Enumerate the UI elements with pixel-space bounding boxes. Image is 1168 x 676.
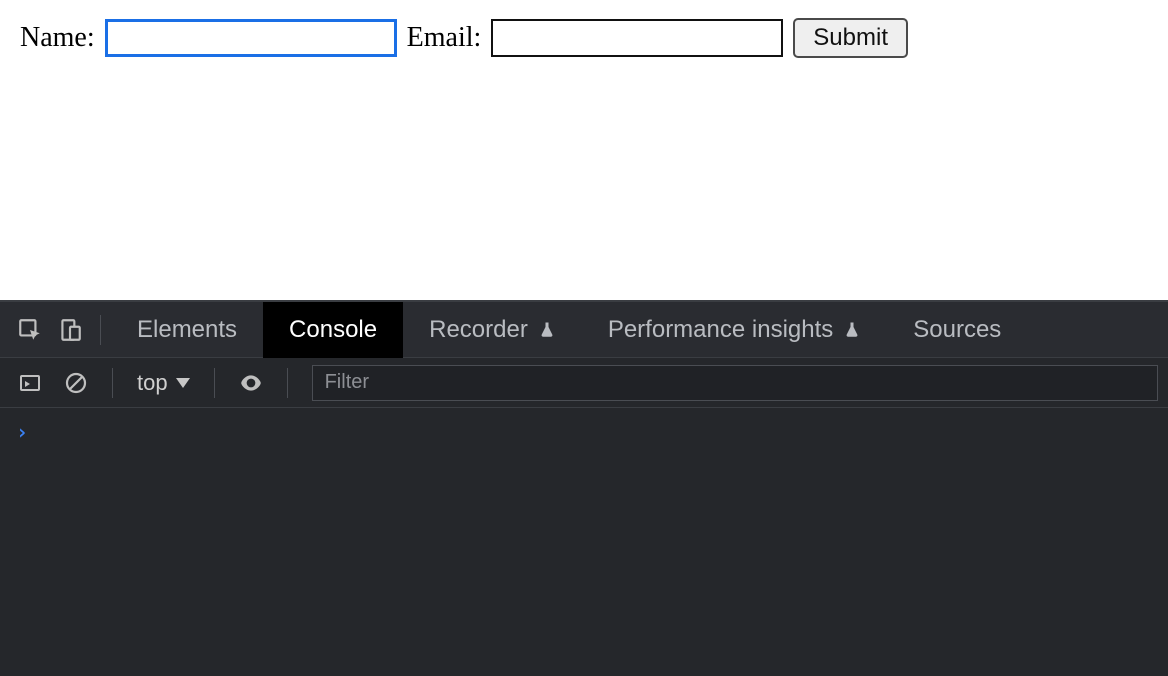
device-toolbar-icon[interactable]	[50, 310, 90, 350]
tab-sources[interactable]: Sources	[887, 302, 1027, 358]
console-prompt-caret: ›	[16, 420, 28, 444]
email-input[interactable]	[491, 19, 783, 57]
separator	[287, 368, 288, 398]
name-label: Name:	[20, 22, 95, 54]
separator	[112, 368, 113, 398]
flask-icon	[538, 321, 556, 339]
context-label: top	[137, 370, 168, 396]
tab-elements[interactable]: Elements	[111, 302, 263, 358]
live-expression-icon[interactable]	[231, 363, 271, 403]
tab-performance-insights[interactable]: Performance insights	[582, 302, 887, 358]
flask-icon	[843, 321, 861, 339]
devtools-tab-strip: Elements Console Recorder Performance in…	[0, 302, 1168, 358]
console-filter-input[interactable]	[312, 365, 1158, 401]
form-row: Name: Email: Submit	[20, 18, 908, 58]
separator	[214, 368, 215, 398]
page-content: Name: Email: Submit	[0, 0, 1168, 300]
clear-console-icon[interactable]	[56, 363, 96, 403]
tab-label: Performance insights	[608, 316, 833, 344]
tab-recorder[interactable]: Recorder	[403, 302, 582, 358]
separator	[100, 315, 101, 345]
tab-console[interactable]: Console	[263, 302, 403, 358]
console-toolbar: top	[0, 358, 1168, 408]
execution-context-select[interactable]: top	[129, 370, 198, 396]
devtools-panel: Elements Console Recorder Performance in…	[0, 300, 1168, 676]
submit-button[interactable]: Submit	[793, 18, 908, 58]
email-label: Email:	[407, 22, 482, 54]
toggle-sidebar-icon[interactable]	[10, 363, 50, 403]
tab-label: Sources	[913, 316, 1001, 344]
tab-label: Elements	[137, 316, 237, 344]
name-input[interactable]	[105, 19, 397, 57]
inspect-element-icon[interactable]	[10, 310, 50, 350]
chevron-down-icon	[176, 378, 190, 388]
tab-label: Console	[289, 316, 377, 344]
tab-label: Recorder	[429, 316, 528, 344]
console-output[interactable]: ›	[0, 408, 1168, 676]
